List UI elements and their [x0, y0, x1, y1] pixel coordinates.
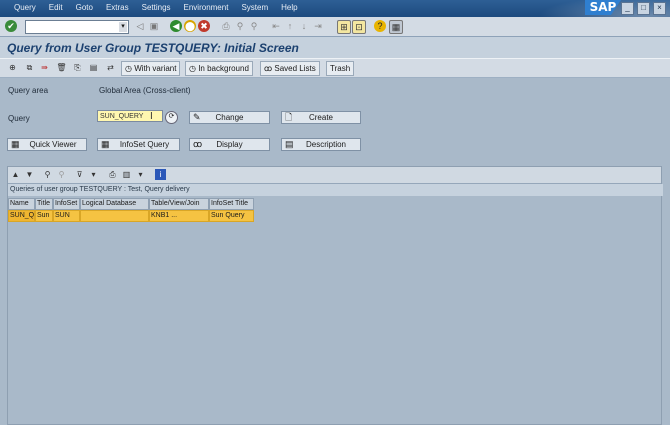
filter-dropdown-icon[interactable]: ▾ — [88, 169, 99, 180]
text-cursor-icon: I — [150, 111, 153, 122]
column-header-infoset-title[interactable]: InfoSet Title — [209, 198, 254, 210]
last-page-icon[interactable]: ⇥ — [312, 20, 324, 32]
value-help-icon[interactable]: ⟳ — [165, 111, 178, 124]
minimize-button[interactable]: _ — [621, 2, 634, 15]
title-bar: Query from User Group TESTQUERY: Initial… — [0, 37, 670, 58]
customize-layout-icon[interactable]: ▦ — [389, 20, 403, 34]
in-background-label: In background — [198, 64, 249, 73]
print-icon[interactable]: ⎙ — [220, 20, 232, 32]
query-input[interactable]: SUN_QUERY — [97, 110, 163, 122]
menu-environment[interactable]: Environment — [184, 3, 229, 12]
change-label: Change — [215, 113, 244, 122]
next-page-icon[interactable]: ↓ — [298, 20, 310, 32]
find-icon[interactable]: ⚲ — [234, 20, 246, 32]
list-title: Queries of user group TESTQUERY : Test, … — [8, 184, 663, 196]
menu-system[interactable]: System — [241, 3, 268, 12]
query-area-label: Query area — [8, 86, 49, 95]
create-button[interactable]: 🗋 Create — [281, 111, 361, 124]
back-arrow-icon[interactable]: ◁ — [134, 20, 146, 32]
enter-check-icon[interactable]: ✔ — [5, 20, 17, 32]
menu-goto[interactable]: Goto — [76, 3, 93, 12]
infoset-query-icon: ▦ — [101, 139, 110, 149]
previous-page-icon[interactable]: ↑ — [284, 20, 296, 32]
save-icon[interactable]: ▣ — [148, 20, 160, 32]
first-page-icon[interactable]: ⇤ — [270, 20, 282, 32]
table-row-logical-database[interactable] — [80, 210, 149, 222]
change-button[interactable]: ✎ Change — [189, 111, 270, 124]
column-header-name[interactable]: Name — [8, 198, 35, 210]
find-icon[interactable]: ⚲ — [42, 169, 53, 180]
menu-help[interactable]: Help — [281, 3, 297, 12]
table-row-name[interactable]: SUN_QUERY — [8, 210, 35, 222]
menu-bar: Query Edit Goto Extras Settings Environm… — [0, 0, 670, 40]
table-row-title[interactable]: Sun — [35, 210, 53, 222]
new-session-icon[interactable]: ⊞ — [337, 20, 351, 34]
infoset-query-label: InfoSet Query — [119, 140, 170, 149]
layout-dropdown-icon[interactable]: ▾ — [135, 169, 146, 180]
description-button[interactable]: ▤ Description — [281, 138, 361, 151]
execute-with-variant-icon[interactable]: ⇛ — [39, 62, 50, 73]
maximize-button[interactable]: □ — [637, 2, 650, 15]
application-toolbar: ⊕ ⧉ ⇛ 🗑 ⎘ ▤ ⇄ ◷ With variant ◷ In backgr… — [0, 58, 670, 78]
saved-lists-label: Saved Lists — [274, 64, 316, 73]
menu-settings[interactable]: Settings — [142, 3, 171, 12]
query-list: ▲ ▼ ⚲ ⚲ ⊽ ▾ ⎙ ▥ ▾ i Queries of user grou… — [7, 166, 663, 425]
quick-viewer-label: Quick Viewer — [29, 140, 77, 149]
transport-icon[interactable]: ⇄ — [105, 62, 116, 73]
quick-viewer-icon: ▦ — [11, 139, 20, 149]
menu-query[interactable]: Query — [14, 3, 36, 12]
sort-ascending-icon[interactable]: ▲ — [10, 169, 21, 180]
in-background-button[interactable]: ◷ In background — [185, 61, 253, 76]
menu-extras[interactable]: Extras — [106, 3, 129, 12]
table-row-table-view-join[interactable]: KNB1 ... — [149, 210, 209, 222]
trash-button[interactable]: Trash — [326, 61, 355, 76]
sort-descending-icon[interactable]: ▼ — [24, 169, 35, 180]
column-header-infoset[interactable]: InfoSet — [53, 198, 80, 210]
column-header-table-view-join[interactable]: Table/View/Join — [149, 198, 209, 210]
find-next-icon[interactable]: ⚲ — [56, 169, 67, 180]
infoset-query-button[interactable]: ▦ InfoSet Query — [97, 138, 180, 151]
saved-lists-button[interactable]: ꝏ Saved Lists — [260, 61, 320, 76]
command-field[interactable]: ▾ — [25, 20, 129, 34]
with-variant-label: With variant — [134, 64, 177, 73]
sap-logo: SAP — [585, 0, 621, 15]
quick-viewer-button[interactable]: ▦ Quick Viewer — [7, 138, 87, 151]
table-row-infoset[interactable]: SUN — [53, 210, 80, 222]
cancel-icon[interactable]: ✖ — [198, 20, 210, 32]
close-window-button[interactable]: × — [653, 2, 666, 15]
column-header-title[interactable]: Title — [35, 198, 53, 210]
column-header-logical-database[interactable]: Logical Database — [80, 198, 149, 210]
delete-icon[interactable]: 🗑 — [56, 62, 67, 73]
layout-icon[interactable]: ▥ — [121, 169, 132, 180]
find-next-icon[interactable]: ⚲ — [248, 20, 260, 32]
info-icon[interactable]: i — [155, 169, 166, 180]
rename-icon[interactable]: ⎘ — [72, 62, 83, 73]
back-icon[interactable]: ◀ — [170, 20, 182, 32]
display-label: Display — [216, 140, 243, 149]
dropdown-icon[interactable]: ▾ — [119, 22, 127, 32]
filter-icon[interactable]: ⊽ — [74, 169, 85, 180]
help-icon[interactable]: ? — [374, 20, 386, 32]
execute-icon[interactable]: ⊕ — [7, 62, 18, 73]
table-row-infoset-title[interactable]: Sun Query — [209, 210, 254, 222]
description-label: Description — [305, 140, 346, 149]
query-area-value: Global Area (Cross-client) — [99, 86, 191, 95]
window-controls: _ □ × — [621, 2, 666, 15]
query-label: Query — [8, 114, 30, 123]
menu-list: Query Edit Goto Extras Settings Environm… — [0, 3, 298, 12]
create-label: Create — [308, 113, 333, 122]
copy-icon[interactable]: ⧉ — [24, 62, 35, 73]
page-title: Query from User Group TESTQUERY: Initial… — [7, 41, 299, 55]
with-variant-button[interactable]: ◷ With variant — [121, 61, 181, 76]
print-preview-icon[interactable]: ⎙ — [107, 169, 118, 180]
list-icon[interactable]: ▤ — [88, 62, 99, 73]
display-button[interactable]: ꝏ Display — [189, 138, 270, 151]
exit-icon[interactable]: ⬤ — [184, 20, 196, 32]
shortcut-icon[interactable]: ⊡ — [352, 20, 366, 34]
menu-edit[interactable]: Edit — [49, 3, 63, 12]
list-toolbar: ▲ ▼ ⚲ ⚲ ⊽ ▾ ⎙ ▥ ▾ i — [8, 167, 661, 184]
